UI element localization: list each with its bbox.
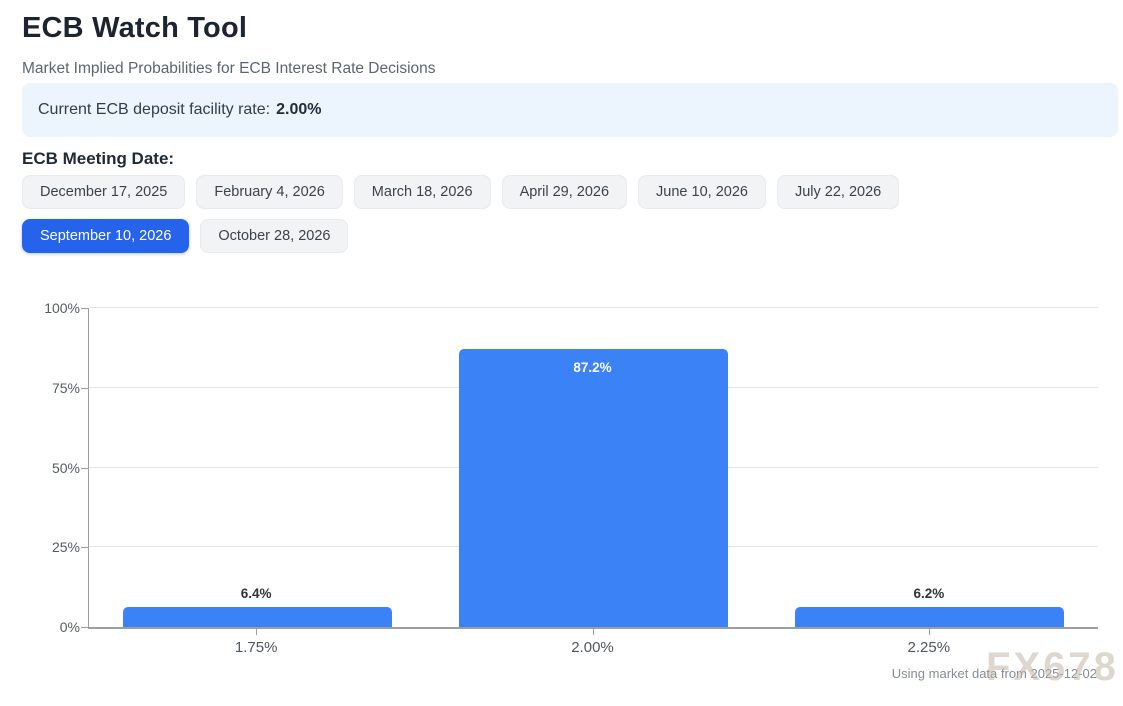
probability-bar[interactable]: [795, 607, 1064, 627]
x-axis-tick: [256, 629, 257, 635]
y-axis-tick: [81, 627, 88, 628]
gridline: [89, 307, 1098, 308]
meeting-date-heading: ECB Meeting Date:: [22, 149, 174, 169]
y-axis-label: 0%: [22, 619, 80, 635]
x-axis-label: 2.25%: [869, 639, 989, 656]
meeting-date-list: December 17, 2025 February 4, 2026 March 1…: [22, 175, 1042, 253]
y-axis-tick: [81, 547, 88, 548]
meeting-date-chip[interactable]: March 18, 2026: [354, 175, 491, 209]
meeting-date-chip[interactable]: October 28, 2026: [200, 219, 348, 253]
meeting-date-chip[interactable]: February 4, 2026: [196, 175, 342, 209]
bar-value-label: 6.4%: [196, 586, 316, 601]
bar-value-label: 87.2%: [533, 360, 653, 375]
ecb-watch-tool-page: ECB Watch Tool Market Implied Probabilit…: [0, 0, 1123, 706]
meeting-date-chip[interactable]: December 17, 2025: [22, 175, 185, 209]
current-rate-label: Current ECB deposit facility rate:: [38, 101, 270, 119]
y-axis-tick: [81, 388, 88, 389]
current-rate-value: 2.00%: [276, 101, 321, 119]
page-subtitle: Market Implied Probabilities for ECB Int…: [22, 60, 436, 78]
current-rate-banner: Current ECB deposit facility rate: 2.00%: [22, 83, 1118, 137]
y-axis-tick: [81, 308, 88, 309]
x-axis-label: 2.00%: [533, 639, 653, 656]
y-axis-label: 50%: [22, 460, 80, 476]
y-axis-tick: [81, 468, 88, 469]
x-axis-label: 1.75%: [196, 639, 316, 656]
meeting-date-chip[interactable]: June 10, 2026: [638, 175, 766, 209]
data-source-note: Using market data from 2025-12-02: [22, 666, 1097, 681]
meeting-date-chip[interactable]: April 29, 2026: [502, 175, 627, 209]
probability-chart: 0% 25% 50% 75% 100% 6.4% 1.75% 87.2% 2.00% 6.2% 2.…: [22, 300, 1118, 692]
bar-value-label: 6.2%: [869, 586, 989, 601]
probability-bar[interactable]: [123, 607, 392, 627]
y-axis-label: 75%: [22, 380, 80, 396]
chart-plot: [88, 308, 1098, 629]
x-axis-tick: [929, 629, 930, 635]
x-axis-tick: [593, 629, 594, 635]
y-axis-label: 25%: [22, 539, 80, 555]
meeting-date-chip[interactable]: September 10, 2026: [22, 219, 189, 253]
y-axis-label: 100%: [22, 300, 80, 316]
meeting-date-chip[interactable]: July 22, 2026: [777, 175, 899, 209]
page-title: ECB Watch Tool: [22, 12, 247, 45]
probability-bar[interactable]: [459, 349, 728, 627]
